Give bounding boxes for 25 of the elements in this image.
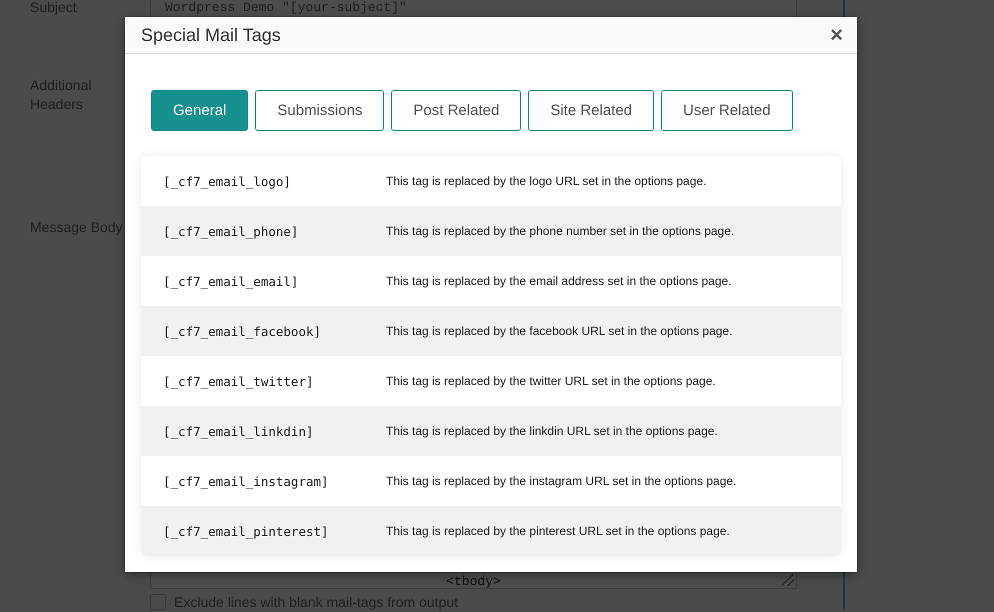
description-cell: This tag is replaced by the email address set in the options page. bbox=[386, 274, 732, 288]
tag-cell-text: [_cf7_email_twitter] bbox=[162, 374, 315, 388]
tag-cell-text: [_cf7_email_linkdin] bbox=[162, 424, 315, 438]
description-cell: This tag is replaced by the pinterest URL set in the options page. bbox=[386, 524, 730, 538]
description-cell: This tag is replaced by the instagram URL set in the options page. bbox=[386, 474, 736, 488]
tab[interactable]: Site Related bbox=[528, 90, 654, 131]
description-cell: This tag is replaced by the twitter URL set in the options page. bbox=[386, 374, 716, 388]
tag-cell-text: [_cf7_email_instagram] bbox=[162, 474, 330, 488]
tab[interactable]: Submissions bbox=[255, 90, 384, 131]
resize-grip-icon[interactable] bbox=[782, 574, 794, 586]
description-cell: This tag is replaced by the phone number set in the options page. bbox=[386, 224, 734, 238]
tab[interactable]: Post Related bbox=[391, 90, 522, 131]
dialog-title: Special Mail Tags bbox=[141, 24, 281, 46]
tab[interactable]: General bbox=[151, 90, 248, 131]
close-button[interactable]: × bbox=[826, 24, 847, 46]
textarea-text: <tbody> bbox=[446, 575, 501, 588]
tag-cell-text: [_cf7_email_email] bbox=[162, 274, 300, 288]
description-cell: This tag is replaced by the linkdin URL set in the options page. bbox=[386, 424, 718, 438]
tag-cell-text: [_cf7_email_logo] bbox=[162, 174, 292, 188]
description-cell: This tag is replaced by the logo URL set in the options page. bbox=[386, 174, 706, 188]
tag-cell-text: [_cf7_email_phone] bbox=[162, 224, 300, 238]
description-cell: This tag is replaced by the facebook URL set in the options page. bbox=[386, 324, 732, 338]
tag-cell-text: [_cf7_email_pinterest] bbox=[162, 524, 330, 538]
tag-cell-text: [_cf7_email_facebook] bbox=[162, 324, 322, 338]
tab[interactable]: User Related bbox=[661, 90, 793, 131]
